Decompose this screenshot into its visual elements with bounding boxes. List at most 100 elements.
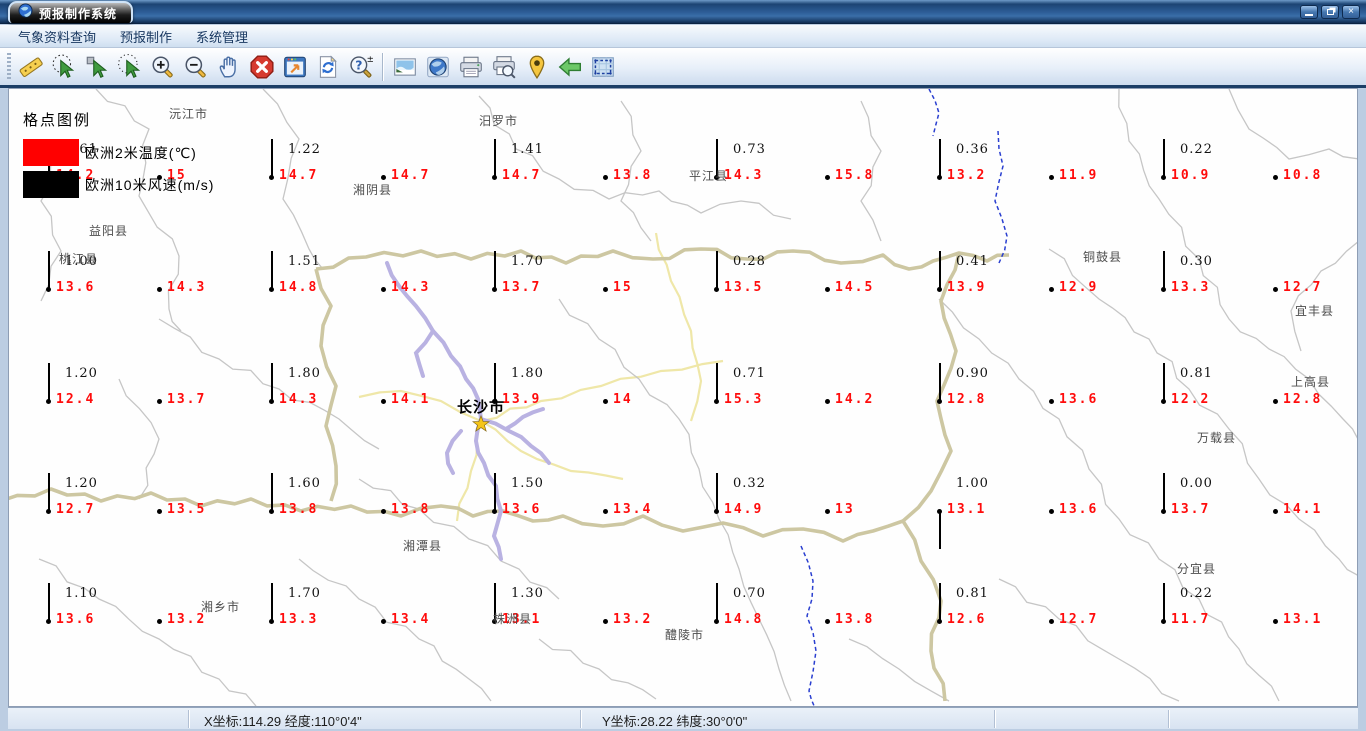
map-label-county: 湘乡市	[201, 600, 241, 614]
print-preview-button[interactable]	[487, 51, 520, 82]
wind-speed-value: 0.81	[1180, 366, 1213, 381]
grid-region-select-button[interactable]	[586, 51, 619, 82]
legend-item: 欧洲10米风速(m/s)	[23, 171, 214, 198]
map-canvas[interactable]: 格点图例 欧洲2米温度(℃)欧洲10米风速(m/s) 14.20.611514.…	[8, 88, 1358, 707]
grid-point-dot	[1049, 175, 1054, 180]
refresh-button[interactable]	[311, 51, 344, 82]
wind-barb	[494, 139, 496, 177]
legend-item: 欧洲2米温度(℃)	[23, 139, 214, 166]
print-button[interactable]	[454, 51, 487, 82]
grid-point-dot	[603, 509, 608, 514]
grid-point-dot	[1049, 509, 1054, 514]
restore-button[interactable]	[1321, 5, 1339, 19]
temperature-value: 13	[835, 502, 855, 517]
temperature-value: 13.6	[56, 280, 96, 295]
select-by-circle-button[interactable]	[47, 51, 80, 82]
menu-bar: 气象资料查询 预报制作 系统管理	[0, 25, 1366, 48]
temperature-value: 13.8	[835, 612, 875, 627]
wind-speed-value: 1.80	[288, 366, 321, 381]
temperature-value: 13.4	[391, 612, 431, 627]
globe-view-button[interactable]	[421, 51, 454, 82]
identify-query-button[interactable]: ? ±	[344, 51, 377, 82]
wind-barb	[939, 363, 941, 401]
map-label-county: 湘阴县	[353, 183, 393, 197]
export-image-button[interactable]	[388, 51, 421, 82]
wind-speed-value: 1.00	[956, 476, 989, 491]
grid-point-dot	[603, 175, 608, 180]
refresh-icon	[319, 54, 337, 78]
wind-speed-value: 0.41	[956, 254, 989, 269]
placemark-icon	[529, 55, 544, 79]
temperature-value: 12.7	[56, 502, 96, 517]
temperature-value: 13.2	[947, 168, 987, 183]
temperature-value: 14	[613, 392, 633, 407]
menu-item-system-management[interactable]: 系统管理	[186, 24, 258, 49]
grid-point-dot	[825, 399, 830, 404]
menu-item-weather-data-query[interactable]: 气象资料查询	[8, 24, 106, 49]
select-arrow-button[interactable]	[80, 51, 113, 82]
wind-barb	[716, 363, 718, 401]
temperature-value: 13.6	[1059, 502, 1099, 517]
grid-point-dot	[1273, 509, 1278, 514]
wind-speed-value: 0.28	[733, 254, 766, 269]
grid-point-dot	[1049, 399, 1054, 404]
toolbar-separator	[382, 52, 383, 81]
legend-label: 欧洲10米风速(m/s)	[85, 176, 215, 193]
changsha-star-icon	[471, 414, 491, 438]
wind-speed-value: 0.32	[733, 476, 766, 491]
grid-point-dot	[603, 287, 608, 292]
temperature-value: 14.7	[502, 168, 542, 183]
temperature-value: 13.1	[1283, 612, 1323, 627]
wind-barb	[939, 251, 941, 289]
map-label-county: 上高县	[1291, 375, 1331, 389]
wind-speed-value: 0.30	[1180, 254, 1213, 269]
back-arrow-button[interactable]	[553, 51, 586, 82]
temperature-value: 14.7	[391, 168, 431, 183]
select-lasso-button[interactable]	[113, 51, 146, 82]
temperature-value: 13.9	[947, 280, 987, 295]
legend-label: 欧洲2米温度(℃)	[85, 144, 197, 161]
full-extent-button[interactable]	[278, 51, 311, 82]
wind-speed-value: 0.36	[956, 142, 989, 157]
close-button[interactable]: ×	[1342, 5, 1360, 19]
zoom-out-button[interactable]	[179, 51, 212, 82]
title-bar: 预报制作系统 ×	[0, 0, 1366, 24]
grid-point-dot	[157, 509, 162, 514]
print-icon	[459, 56, 482, 77]
wind-speed-value: 1.20	[65, 476, 98, 491]
wind-speed-value: 1.50	[511, 476, 544, 491]
temperature-value: 10.9	[1171, 168, 1211, 183]
wind-barb	[939, 583, 941, 621]
temperature-value: 12.7	[1059, 612, 1099, 627]
stop-cancel-button[interactable]	[245, 51, 278, 82]
zoom-out-icon	[184, 55, 206, 78]
temperature-value: 14.3	[391, 280, 431, 295]
wind-barb	[48, 473, 50, 511]
temperature-value: 11.7	[1171, 612, 1211, 627]
wind-barb	[1163, 363, 1165, 401]
grid-point-dot	[1273, 619, 1278, 624]
temperature-value: 13.5	[724, 280, 764, 295]
measure-ruler-button[interactable]	[14, 51, 47, 82]
wind-barb	[939, 511, 941, 549]
grid-point-dot	[1273, 287, 1278, 292]
grid-point-dot	[381, 175, 386, 180]
temperature-value: 13.3	[1171, 280, 1211, 295]
temperature-value: 12.7	[1283, 280, 1323, 295]
temperature-value: 12.8	[1283, 392, 1323, 407]
temperature-value: 13.1	[947, 502, 987, 517]
wind-speed-value: 0.81	[956, 586, 989, 601]
temperature-value: 13.7	[167, 392, 207, 407]
pan-hand-button[interactable]	[212, 51, 245, 82]
wind-speed-value: 0.22	[1180, 142, 1213, 157]
wind-barb	[271, 363, 273, 401]
placemark-button[interactable]	[520, 51, 553, 82]
zoom-in-button[interactable]	[146, 51, 179, 82]
minimize-button[interactable]	[1300, 5, 1318, 19]
wind-speed-value: 1.70	[288, 586, 321, 601]
temperature-value: 14.3	[724, 168, 764, 183]
temperature-value: 14.8	[279, 280, 319, 295]
temperature-value: 13.5	[167, 502, 207, 517]
menu-item-forecast-production[interactable]: 预报制作	[110, 24, 182, 49]
map-label-county: 株洲县	[493, 612, 533, 626]
